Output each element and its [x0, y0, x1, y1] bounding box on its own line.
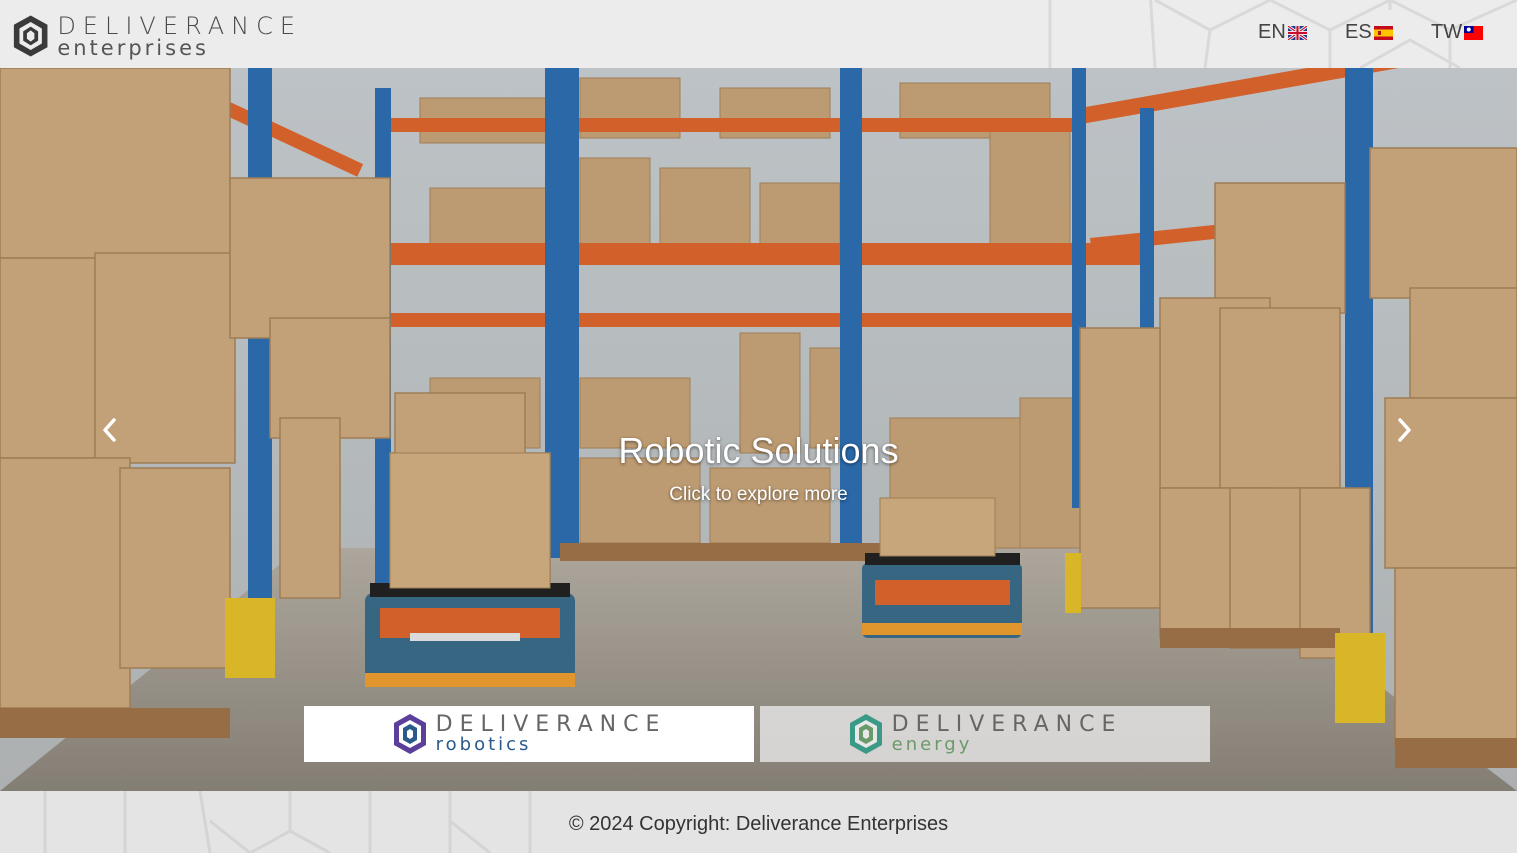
chevron-left-icon: [103, 418, 116, 442]
logo-wordmark: DELIVERANCE: [57, 11, 302, 40]
site-footer: © 2024 Copyright: Deliverance Enterprise…: [0, 791, 1517, 853]
taiwan-flag-icon: [1464, 25, 1484, 40]
robotics-brand-link[interactable]: DELIVERANCE robotics: [304, 706, 754, 762]
uk-flag-icon: [1287, 25, 1307, 40]
slide-title[interactable]: Robotic Solutions: [0, 430, 1517, 472]
robotics-wordmark: DELIVERANCE: [435, 712, 667, 737]
energy-brand-link[interactable]: DELIVERANCE energy: [760, 706, 1210, 762]
language-code: TW: [1431, 21, 1463, 43]
site-header: DELIVERANCE enterprises EN ES TW: [0, 0, 1517, 68]
robotics-hexagon-icon: [393, 714, 426, 754]
language-en[interactable]: EN: [1258, 21, 1307, 44]
carousel-next-button[interactable]: [1384, 408, 1424, 452]
language-es[interactable]: ES: [1345, 21, 1393, 44]
energy-hexagon-icon: [849, 714, 882, 754]
language-code: ES: [1345, 21, 1372, 43]
enterprises-logo[interactable]: DELIVERANCE enterprises: [12, 10, 302, 62]
logo-subtitle: enterprises: [57, 35, 209, 60]
language-tw[interactable]: TW: [1431, 21, 1484, 44]
hexagon-logo-icon: [13, 15, 48, 57]
energy-wordmark: DELIVERANCE: [891, 712, 1123, 737]
energy-subtitle: energy: [891, 734, 973, 755]
chevron-right-icon: [1398, 418, 1411, 442]
hero-carousel[interactable]: Robotic Solutions Click to explore more …: [0, 68, 1517, 791]
copyright-text: © 2024 Copyright: Deliverance Enterprise…: [568, 813, 949, 835]
language-code: EN: [1258, 21, 1286, 43]
carousel-prev-button[interactable]: [90, 408, 130, 452]
slide-subtitle[interactable]: Click to explore more: [0, 484, 1517, 506]
spain-flag-icon: [1373, 25, 1393, 40]
robotics-subtitle: robotics: [435, 734, 532, 755]
